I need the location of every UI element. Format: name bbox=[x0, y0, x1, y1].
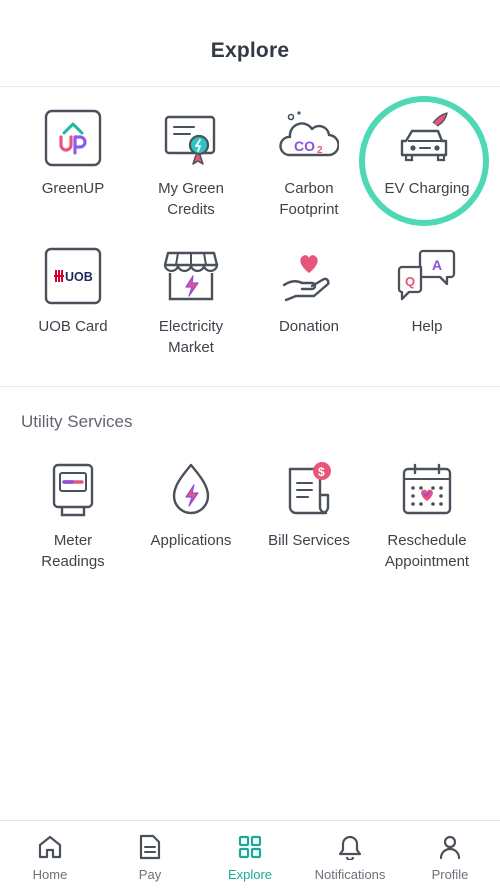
tile-label: My Green Credits bbox=[158, 180, 224, 218]
tile-bill-services[interactable]: $ Bill Services bbox=[250, 458, 368, 588]
tile-carbon-footprint[interactable]: CO 2 Carbon Footprint bbox=[250, 106, 368, 224]
svg-text:Q: Q bbox=[405, 274, 415, 289]
tile-label: Help bbox=[411, 318, 443, 335]
bell-icon bbox=[336, 833, 364, 861]
tab-explore[interactable]: Explore bbox=[200, 821, 300, 889]
tile-help[interactable]: A Q Help bbox=[368, 244, 486, 362]
bill-icon: $ bbox=[277, 458, 341, 522]
tile-label: Electricity Market bbox=[158, 318, 224, 356]
tile-label: Bill Services bbox=[268, 532, 350, 549]
home-icon bbox=[36, 833, 64, 861]
tab-label: Explore bbox=[227, 867, 273, 882]
top-header: Explore bbox=[0, 0, 500, 87]
tile-applications[interactable]: Applications bbox=[132, 458, 250, 588]
tile-greenup[interactable]: GreenUP bbox=[14, 106, 132, 224]
co2-cloud-icon: CO 2 bbox=[277, 106, 341, 170]
tile-my-green-credits[interactable]: My Green Credits bbox=[132, 106, 250, 224]
tile-label: EV Charging bbox=[384, 180, 470, 197]
tab-label: Profile bbox=[431, 867, 469, 882]
tile-label: UOB Card bbox=[38, 318, 108, 335]
tile-electricity-market[interactable]: Electricity Market bbox=[132, 244, 250, 362]
section-title-utility: Utility Services bbox=[21, 412, 133, 431]
page-title: Explore bbox=[210, 39, 290, 62]
grid-icon bbox=[236, 833, 264, 861]
tab-label: Pay bbox=[138, 867, 162, 882]
tile-uob-card[interactable]: UOB UOB Card bbox=[14, 244, 132, 362]
tab-profile[interactable]: Profile bbox=[400, 821, 500, 889]
tile-label: Carbon Footprint bbox=[279, 180, 339, 218]
greenup-logo-icon bbox=[41, 106, 105, 170]
tile-label: Meter Readings bbox=[41, 532, 105, 570]
explore-grid: GreenUP My Green Credits CO 2 Carbon Foo… bbox=[14, 106, 486, 362]
document-icon bbox=[136, 833, 164, 861]
energy-drop-icon bbox=[159, 458, 223, 522]
uob-logo-text: UOB bbox=[65, 270, 93, 284]
certificate-icon bbox=[159, 106, 223, 170]
tab-notifications[interactable]: Notifications bbox=[300, 821, 400, 889]
tab-pay[interactable]: Pay bbox=[100, 821, 200, 889]
tile-label: GreenUP bbox=[41, 180, 105, 197]
electric-car-icon bbox=[395, 106, 459, 170]
chat-bubbles-icon: A Q bbox=[395, 244, 459, 308]
person-icon bbox=[436, 833, 464, 861]
svg-text:2: 2 bbox=[317, 145, 323, 156]
tab-home[interactable]: Home bbox=[0, 821, 100, 889]
bottom-tab-bar: Home Pay Explore Notifications Profile bbox=[0, 820, 500, 889]
tile-reschedule-appointment[interactable]: Reschedule Appointment bbox=[368, 458, 486, 588]
market-stall-icon bbox=[159, 244, 223, 308]
tab-label: Home bbox=[32, 867, 68, 882]
calendar-icon bbox=[395, 458, 459, 522]
tile-label: Reschedule Appointment bbox=[384, 532, 470, 570]
svg-text:$: $ bbox=[318, 465, 325, 479]
svg-text:A: A bbox=[432, 257, 442, 273]
tile-ev-charging[interactable]: EV Charging bbox=[368, 106, 486, 224]
section-divider bbox=[0, 386, 500, 387]
heart-hand-icon bbox=[277, 244, 341, 308]
tile-donation[interactable]: Donation bbox=[250, 244, 368, 362]
utility-grid: Meter Readings Applications $ Bill Servi… bbox=[14, 458, 486, 588]
tile-label: Applications bbox=[150, 532, 232, 549]
svg-text:CO: CO bbox=[294, 138, 315, 154]
tab-label: Notifications bbox=[314, 867, 386, 882]
meter-icon bbox=[41, 458, 105, 522]
uob-card-icon: UOB bbox=[41, 244, 105, 308]
tile-meter-readings[interactable]: Meter Readings bbox=[14, 458, 132, 588]
tile-label: Donation bbox=[278, 318, 340, 335]
